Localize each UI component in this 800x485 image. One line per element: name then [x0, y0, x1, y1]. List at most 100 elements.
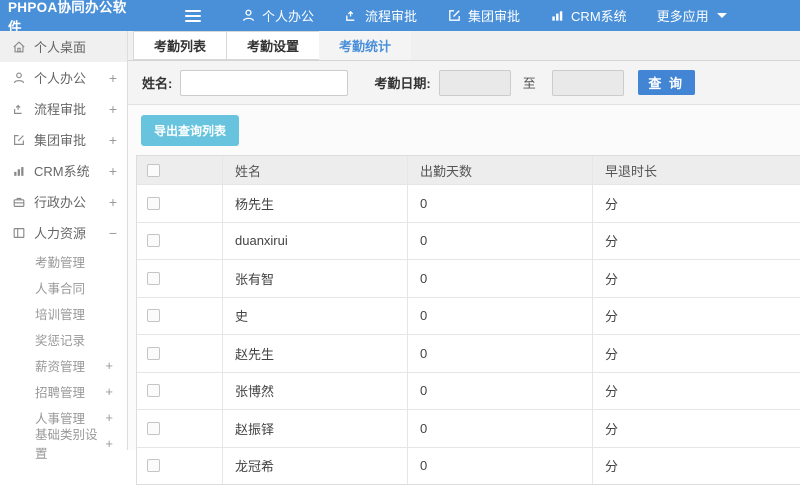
sidebar-item-group-approval[interactable]: 集团审批 +	[0, 124, 127, 155]
sidebar-item-label: 流程审批	[34, 99, 86, 118]
table-row: 杨先生 0 分	[137, 184, 800, 222]
briefcase-icon	[12, 195, 26, 209]
cell-days: 0	[407, 335, 592, 372]
row-checkbox[interactable]	[147, 272, 160, 285]
sidebar-subitem-label: 基础类别设置	[35, 424, 105, 462]
topnav-label: 流程审批	[365, 6, 417, 25]
expand-plus-icon[interactable]: +	[105, 436, 113, 451]
sidebar-item-label: 个人办公	[34, 68, 86, 87]
tab-attendance-settings[interactable]: 考勤设置	[226, 31, 320, 60]
row-checkbox[interactable]	[147, 422, 160, 435]
expand-plus-icon[interactable]: +	[105, 410, 113, 425]
sidebar-subitem-label: 人事合同	[35, 278, 85, 297]
cell-late: 分	[592, 373, 800, 410]
topnav-label: 更多应用	[657, 6, 709, 25]
expand-plus-icon[interactable]: +	[109, 70, 117, 86]
sidebar-item-personal-desktop[interactable]: 个人桌面	[0, 31, 127, 62]
chart-icon	[12, 164, 26, 178]
expand-plus-icon[interactable]: +	[105, 384, 113, 399]
sidebar-item-label: CRM系统	[34, 161, 90, 180]
row-checkbox[interactable]	[147, 384, 160, 397]
cell-days: 0	[407, 410, 592, 447]
expand-plus-icon[interactable]: +	[109, 194, 117, 210]
column-header-late: 早退时长	[592, 156, 800, 184]
menu-toggle-icon[interactable]	[185, 10, 201, 22]
collapse-minus-icon[interactable]: −	[109, 225, 117, 241]
cell-name: duanxirui	[222, 223, 407, 260]
main-content: 考勤列表 考勤设置 考勤统计 姓名: 考勤日期: 至 查 询 导出查询列表 姓名…	[127, 31, 800, 450]
column-header-name: 姓名	[222, 156, 407, 184]
sidebar-item-personal-office[interactable]: 个人办公 +	[0, 62, 127, 93]
expand-plus-icon[interactable]: +	[109, 163, 117, 179]
cell-days: 0	[407, 298, 592, 335]
sidebar-item-crm[interactable]: CRM系统 +	[0, 155, 127, 186]
top-navigation: 个人办公 流程审批 集团审批 CRM系统 更多应用	[241, 6, 727, 25]
cell-name: 张有智	[222, 260, 407, 297]
sidebar-subitem-base-category[interactable]: 基础类别设置 +	[0, 430, 127, 456]
workflow-icon	[344, 8, 359, 23]
expand-plus-icon[interactable]: +	[105, 358, 113, 373]
topnav-more-apps[interactable]: 更多应用	[657, 6, 727, 25]
date-from-input[interactable]	[439, 70, 511, 96]
sidebar-subitem-training[interactable]: 培训管理	[0, 300, 127, 326]
date-to-input[interactable]	[552, 70, 624, 96]
table-header-row: 姓名 出勤天数 早退时长	[137, 156, 800, 184]
user-icon	[12, 71, 26, 85]
export-list-button[interactable]: 导出查询列表	[141, 115, 239, 146]
topnav-personal-office[interactable]: 个人办公	[241, 6, 314, 25]
search-button[interactable]: 查 询	[638, 70, 695, 95]
sidebar-item-hr[interactable]: 人力资源 −	[0, 217, 127, 248]
row-checkbox[interactable]	[147, 459, 160, 472]
table-row: 赵先生 0 分	[137, 334, 800, 372]
sidebar-subitem-label: 考勤管理	[35, 252, 85, 271]
row-checkbox[interactable]	[147, 234, 160, 247]
sidebar-subitem-contracts[interactable]: 人事合同	[0, 274, 127, 300]
workflow-icon	[12, 102, 26, 116]
chart-icon	[550, 8, 565, 23]
expand-plus-icon[interactable]: +	[109, 132, 117, 148]
sidebar-subitem-label: 培训管理	[35, 304, 85, 323]
sidebar-item-admin-office[interactable]: 行政办公 +	[0, 186, 127, 217]
topnav-workflow-approval[interactable]: 流程审批	[344, 6, 417, 25]
sidebar-subitem-label: 招聘管理	[35, 382, 85, 401]
sidebar-subitem-recruiting[interactable]: 招聘管理 +	[0, 378, 127, 404]
edit-icon	[447, 8, 462, 23]
name-filter-label: 姓名:	[142, 73, 172, 92]
row-checkbox[interactable]	[147, 309, 160, 322]
topnav-label: CRM系统	[571, 6, 627, 25]
cell-name: 杨先生	[222, 185, 407, 222]
topnav-group-approval[interactable]: 集团审批	[447, 6, 520, 25]
cell-name: 史	[222, 298, 407, 335]
cell-late: 分	[592, 410, 800, 447]
sidebar-item-label: 集团审批	[34, 130, 86, 149]
sidebar: 个人桌面 个人办公 + 流程审批 + 集团审批 + CRM系统 + 行政办公 +	[0, 31, 127, 450]
table-row: 张博然 0 分	[137, 372, 800, 410]
column-header-days: 出勤天数	[407, 156, 592, 184]
topnav-label: 个人办公	[262, 6, 314, 25]
cell-name: 龙冠希	[222, 448, 407, 485]
card-icon	[12, 226, 26, 240]
sidebar-subitem-attendance[interactable]: 考勤管理	[0, 248, 127, 274]
tab-attendance-list[interactable]: 考勤列表	[133, 31, 227, 60]
expand-plus-icon[interactable]: +	[109, 101, 117, 117]
row-checkbox[interactable]	[147, 347, 160, 360]
cell-name: 赵先生	[222, 335, 407, 372]
cell-days: 0	[407, 223, 592, 260]
user-icon	[241, 8, 256, 23]
tab-attendance-stats[interactable]: 考勤统计	[319, 31, 411, 60]
cell-name: 赵振铎	[222, 410, 407, 447]
sidebar-subitem-salary[interactable]: 薪资管理 +	[0, 352, 127, 378]
select-all-checkbox[interactable]	[147, 164, 160, 177]
sidebar-item-label: 行政办公	[34, 192, 86, 211]
date-to-label: 至	[523, 73, 536, 92]
row-checkbox[interactable]	[147, 197, 160, 210]
name-filter-input[interactable]	[180, 70, 348, 96]
cell-late: 分	[592, 260, 800, 297]
date-filter-label: 考勤日期:	[374, 73, 430, 92]
sidebar-item-workflow-approval[interactable]: 流程审批 +	[0, 93, 127, 124]
caret-down-icon	[717, 13, 727, 18]
sidebar-subitem-label: 薪资管理	[35, 356, 85, 375]
sidebar-subitem-rewards[interactable]: 奖惩记录	[0, 326, 127, 352]
table-body: 杨先生 0 分 duanxirui 0 分 张有智 0 分	[137, 184, 800, 484]
topnav-crm[interactable]: CRM系统	[550, 6, 627, 25]
